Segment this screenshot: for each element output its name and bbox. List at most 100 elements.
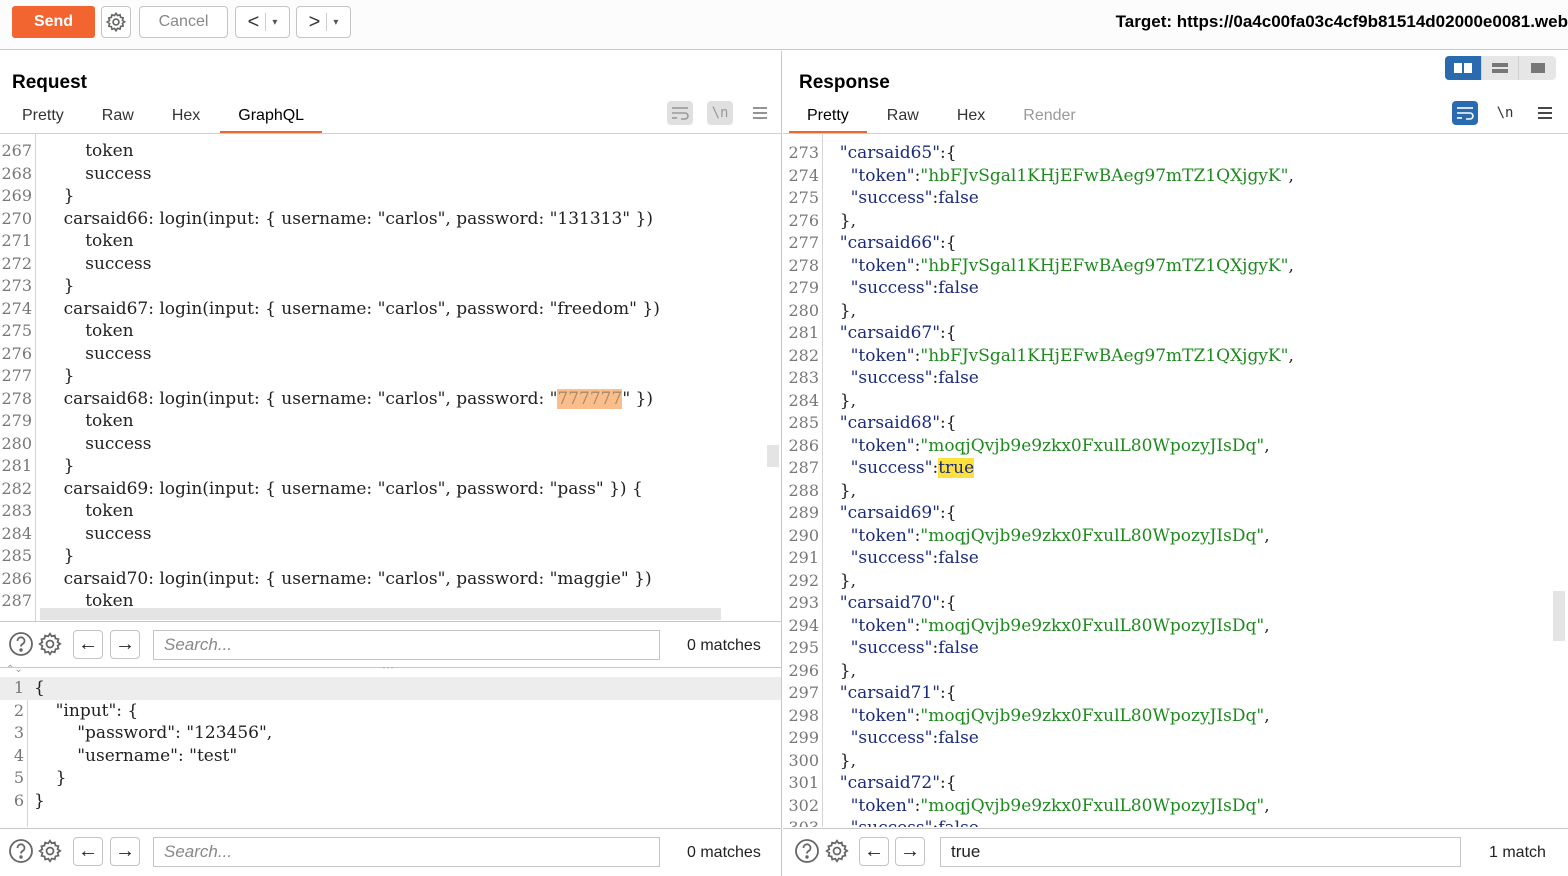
wrap-lines-button[interactable] [1452,101,1478,125]
json-boolean: false [938,818,979,827]
options-menu-button[interactable] [747,101,773,125]
code-line: 291 "success":false [783,547,1568,570]
code-line: 296 }, [783,660,1568,683]
history-back-button[interactable]: < ▾ [235,6,290,38]
layout-side-by-side-button[interactable] [1445,56,1482,80]
layout-stacked-button[interactable] [1482,56,1519,80]
previous-match-button[interactable]: ← [859,837,889,866]
json-boolean: false [938,188,979,208]
line-number: 292 [788,570,819,590]
line-number: 300 [788,750,819,770]
code-text: "success":true [829,458,975,478]
line-number: 276 [1,343,32,363]
match-count: 1 match [1489,844,1546,861]
show-newlines-button[interactable]: \n [1492,101,1518,125]
search-settings-button[interactable] [36,630,64,658]
tab-raw[interactable]: Raw [100,105,136,133]
json-string: "hbFJvSgal1KHjEFwBAeg97mTZ1QXjgyK" [920,255,1289,276]
json-key: "success" [829,548,933,568]
help-button[interactable] [7,837,35,865]
previous-match-button[interactable]: ← [73,837,103,866]
response-view-tools: \n [1452,101,1558,125]
code-text: carsaid69: login(input: { username: "car… [42,478,643,499]
vertical-scrollbar[interactable] [1553,591,1565,641]
json-key: "token" [829,795,915,816]
arrow-left-icon: ← [864,840,884,862]
tab-raw[interactable]: Raw [885,105,921,133]
code-line: 4 "username": "test" [0,745,781,768]
code-line: 6} [0,790,781,813]
editor-splitter[interactable]: ⌃⌄ ··· [0,660,781,677]
tab-hex[interactable]: Hex [170,105,202,133]
code-text: carsaid68: login(input: { username: "car… [42,388,653,409]
tab-hex[interactable]: Hex [955,105,987,133]
tab-pretty[interactable]: Pretty [20,105,66,133]
code-text: token [42,141,134,161]
code-line: 294 "token":"moqjQvjb9e9zkx0FxulL80Wpozy… [783,615,1568,638]
menu-icon [753,107,767,119]
vertical-scrollbar[interactable] [767,445,779,467]
collapse-icons[interactable]: ⌃⌄ [6,664,23,675]
code-text: } [42,186,75,206]
horizontal-scrollbar[interactable] [40,608,721,620]
response-body-editor[interactable]: 273 "carsaid65":{274 "token":"hbFJvSgal1… [783,134,1568,827]
request-settings-button[interactable] [101,6,131,38]
line-number: 299 [788,728,819,747]
line-number: 291 [788,548,819,567]
code-text: }, [829,660,857,681]
dropdown-arrow-icon[interactable]: ▾ [272,17,277,28]
next-match-button[interactable]: → [110,837,140,866]
json-key: "carsaid69" [829,503,941,523]
arrow-left-icon: ← [78,840,98,862]
json-key: "success" [829,818,933,827]
line-number: 285 [788,413,819,432]
code-line: 276 }, [783,210,1568,233]
graphql-variables-editor[interactable]: 1{2 "input": {3 "password": "123456", 4 "… [0,677,781,827]
show-newlines-button[interactable]: \n [707,101,733,125]
code-line: 269 } [0,185,781,208]
code-line: 288 }, [783,480,1568,503]
history-forward-button[interactable]: > ▾ [296,6,351,38]
help-button[interactable] [7,630,35,658]
variables-search-input[interactable] [153,837,660,867]
drag-handle-icon[interactable]: ··· [382,660,394,674]
code-line: 1{ [0,677,781,700]
code-text: }, [829,480,857,501]
tab-pretty[interactable]: Pretty [789,105,867,134]
code-line: 273 "carsaid65":{ [783,142,1568,165]
previous-match-button[interactable]: ← [73,630,103,659]
rows-icon [1492,63,1508,73]
help-icon [9,839,33,863]
code-line: 282 "token":"hbFJvSgal1KHjEFwBAeg97mTZ1Q… [783,345,1568,368]
line-number: 267 [1,141,32,160]
graphql-query-editor[interactable]: 267 token 268 success 269 } 270 carsaid66: … [0,134,781,623]
options-menu-button[interactable] [1532,101,1558,125]
help-button[interactable] [793,837,821,865]
search-settings-button[interactable] [823,837,851,865]
query-search-input[interactable] [153,630,660,660]
next-match-button[interactable]: → [895,837,925,866]
wrap-lines-button[interactable] [667,101,693,125]
code-line: 302 "token":"moqjQvjb9e9zkx0FxulL80Wpozy… [783,795,1568,818]
response-search-input[interactable] [940,837,1461,867]
line-number: 274 [788,165,819,185]
json-boolean: false [938,548,979,568]
tab-render[interactable]: Render [1021,105,1077,133]
line-number: 270 [1,208,32,228]
layout-single-button[interactable] [1519,56,1556,80]
code-text: "carsaid67":{ [829,323,957,343]
arrow-right-icon: → [115,633,135,655]
line-number: 3 [13,723,24,742]
code-text: carsaid67: login(input: { username: "car… [42,298,660,319]
match-count: 0 matches [687,637,761,654]
dropdown-arrow-icon[interactable]: ▾ [333,17,338,28]
json-key: "success" [829,368,933,388]
cancel-button[interactable]: Cancel [139,6,228,38]
send-button[interactable]: Send [12,6,95,38]
code-text: }, [829,390,857,411]
target-url[interactable]: Target: https://0a4c00fa03c4cf9b81514d02… [1116,12,1568,32]
tab-graphql[interactable]: GraphQL [220,105,322,134]
search-settings-button[interactable] [36,837,64,865]
next-match-button[interactable]: → [110,630,140,659]
code-line: 285 } [0,545,781,568]
